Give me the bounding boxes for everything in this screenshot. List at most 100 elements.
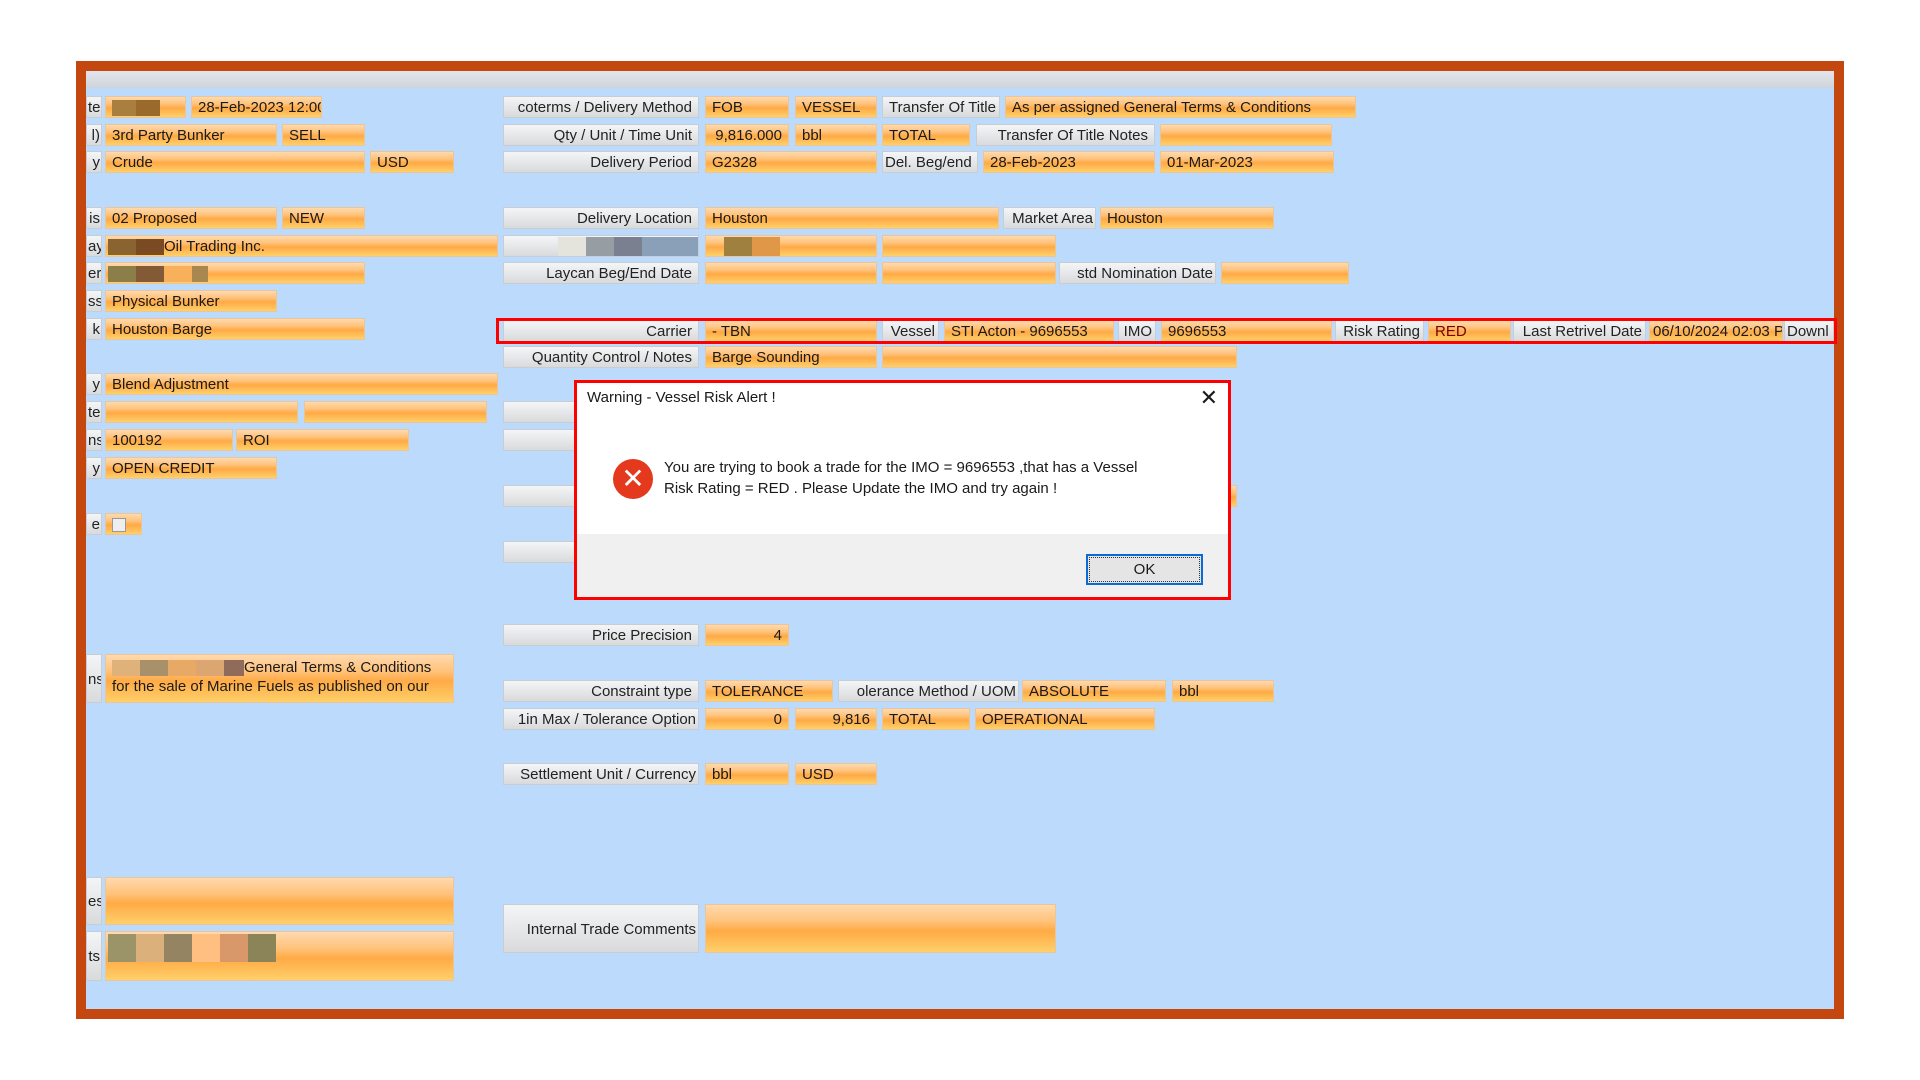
price-precision-field[interactable]: 4 [705,624,789,646]
redacted-label [503,235,699,257]
delivery-location-field[interactable]: Houston [705,207,999,229]
minmax-label: 1in Max / Tolerance Option [503,708,699,730]
transfer-notes-label: Transfer Of Title Notes [976,124,1155,146]
delivery-location-label: Delivery Location [503,207,699,229]
buy-sell-field[interactable]: SELL [282,124,365,146]
min-field[interactable]: 0 [705,708,789,730]
max-field[interactable]: 9,816 [795,708,877,730]
terms-field[interactable]: General Terms & Conditions for the sale o… [105,654,454,703]
stub-label: ns [86,429,102,451]
del-end-field[interactable]: 01-Mar-2023 [1160,151,1334,173]
terms-line2: for the sale of Marine Fuels as publishe… [112,678,429,695]
del-beg-field[interactable]: 28-Feb-2023 [983,151,1155,173]
stub-label: ss [86,290,102,312]
stub-label: es [86,877,102,925]
laycan-end-field[interactable] [882,262,1056,284]
qty-control-label: Quantity Control / Notes [503,346,699,368]
message-line2: Risk Rating = RED . Please Update the IM… [664,480,1058,497]
ok-button[interactable]: OK [1086,554,1203,585]
stub-label: te [86,96,102,118]
settlement-currency-field[interactable]: USD [795,763,877,785]
incoterms-field[interactable]: FOB [705,96,789,118]
dialog-message: You are trying to book a trade for the I… [664,457,1204,499]
delivery-period-field[interactable]: G2328 [705,151,877,173]
stub-label: e [86,513,102,535]
internal-comments-label: Internal Trade Comments [503,904,699,953]
empty-field[interactable] [882,235,1056,257]
qty-field[interactable]: 9,816.000 [705,124,789,146]
empty-field[interactable] [304,401,487,423]
constraint-label: Constraint type [503,680,699,702]
tol-method-field[interactable]: ABSOLUTE [1022,680,1166,702]
market-area-label: Market Area [1003,207,1096,229]
close-icon[interactable]: ✕ [1200,385,1218,411]
delivery-method-field[interactable]: VESSEL [795,96,877,118]
market-area-field[interactable]: Houston [1100,207,1274,229]
tol-uom-field[interactable]: bbl [1172,680,1274,702]
qty-control-field[interactable]: Barge Sounding [705,346,877,368]
dialog-title: Warning - Vessel Risk Alert ! [587,389,776,406]
delivery-period-label: Delivery Period [503,151,699,173]
stub-label: y [86,457,102,479]
book-field[interactable]: Houston Barge [105,318,365,340]
stub-label: ay [86,235,102,257]
empty-field[interactable] [105,401,298,423]
redacted-field[interactable] [105,96,186,118]
id-code-field[interactable]: ROI [236,429,409,451]
redacted-field[interactable] [105,262,365,284]
time-unit-field[interactable]: TOTAL [882,124,970,146]
checkbox[interactable] [112,518,126,532]
tol-method-label: olerance Method / UOM [838,680,1019,702]
error-icon: ✕ [613,459,653,499]
terms-line1: General Terms & Conditions [244,659,432,676]
nomination-label: std Nomination Date [1059,262,1216,284]
tol-option-field[interactable]: OPERATIONAL [975,708,1155,730]
del-beg-end-label: Del. Beg/end [882,151,978,173]
transfer-title-label: Transfer Of Title [882,96,1000,118]
tol-total-field[interactable]: TOTAL [882,708,970,730]
transfer-notes-field[interactable] [1160,124,1332,146]
settlement-unit-field[interactable]: bbl [705,763,789,785]
laycan-beg-field[interactable] [705,262,877,284]
commodity-field[interactable]: Crude [105,151,365,173]
toolbar-strip [86,71,1834,88]
id-number-field[interactable]: 100192 [105,429,233,451]
strategy-field[interactable]: Blend Adjustment [105,373,498,395]
stub-label: ns [86,654,102,703]
checkbox-container [105,513,142,535]
stub-label: is [86,207,102,229]
settlement-label: Settlement Unit / Currency [503,763,699,785]
transfer-title-field[interactable]: As per assigned General Terms & Conditio… [1005,96,1356,118]
stub-label: ts [86,931,102,981]
laycan-label: Laycan Beg/End Date [503,262,699,284]
qty-label: Qty / Unit / Time Unit [503,124,699,146]
stub-label: te [86,401,102,423]
stub-label: y [86,151,102,173]
counterparty-text: Oil Trading Inc. [164,238,265,255]
stub-label: er [86,262,102,284]
business-field[interactable]: Physical Bunker [105,290,277,312]
credit-field[interactable]: OPEN CREDIT [105,457,277,479]
status-field[interactable]: 02 Proposed [105,207,277,229]
internal-comments-field[interactable] [705,904,1056,953]
currency-field[interactable]: USD [370,151,454,173]
constraint-field[interactable]: TOLERANCE [705,680,833,702]
nomination-field[interactable] [1221,262,1349,284]
redacted-field[interactable] [105,931,454,981]
redacted-field[interactable] [705,235,877,257]
incoterms-label: coterms / Delivery Method [503,96,699,118]
stub-label: l) [86,124,102,146]
stub-label: k [86,318,102,340]
status-flag-field[interactable]: NEW [282,207,365,229]
trade-date-field[interactable]: 28-Feb-2023 12:00 [191,96,322,118]
trade-type-field[interactable]: 3rd Party Bunker [105,124,277,146]
stub-label: y [86,373,102,395]
price-precision-label: Price Precision [503,624,699,646]
counterparty-field[interactable]: Oil Trading Inc. [105,235,498,257]
qty-notes-field[interactable] [882,346,1237,368]
vessel-risk-alert-dialog: Warning - Vessel Risk Alert ! ✕ ✕ You ar… [574,380,1231,600]
carrier-row-highlight [496,318,1837,344]
message-line1: You are trying to book a trade for the I… [664,459,1138,476]
unit-field[interactable]: bbl [795,124,877,146]
notes-field[interactable] [105,877,454,925]
